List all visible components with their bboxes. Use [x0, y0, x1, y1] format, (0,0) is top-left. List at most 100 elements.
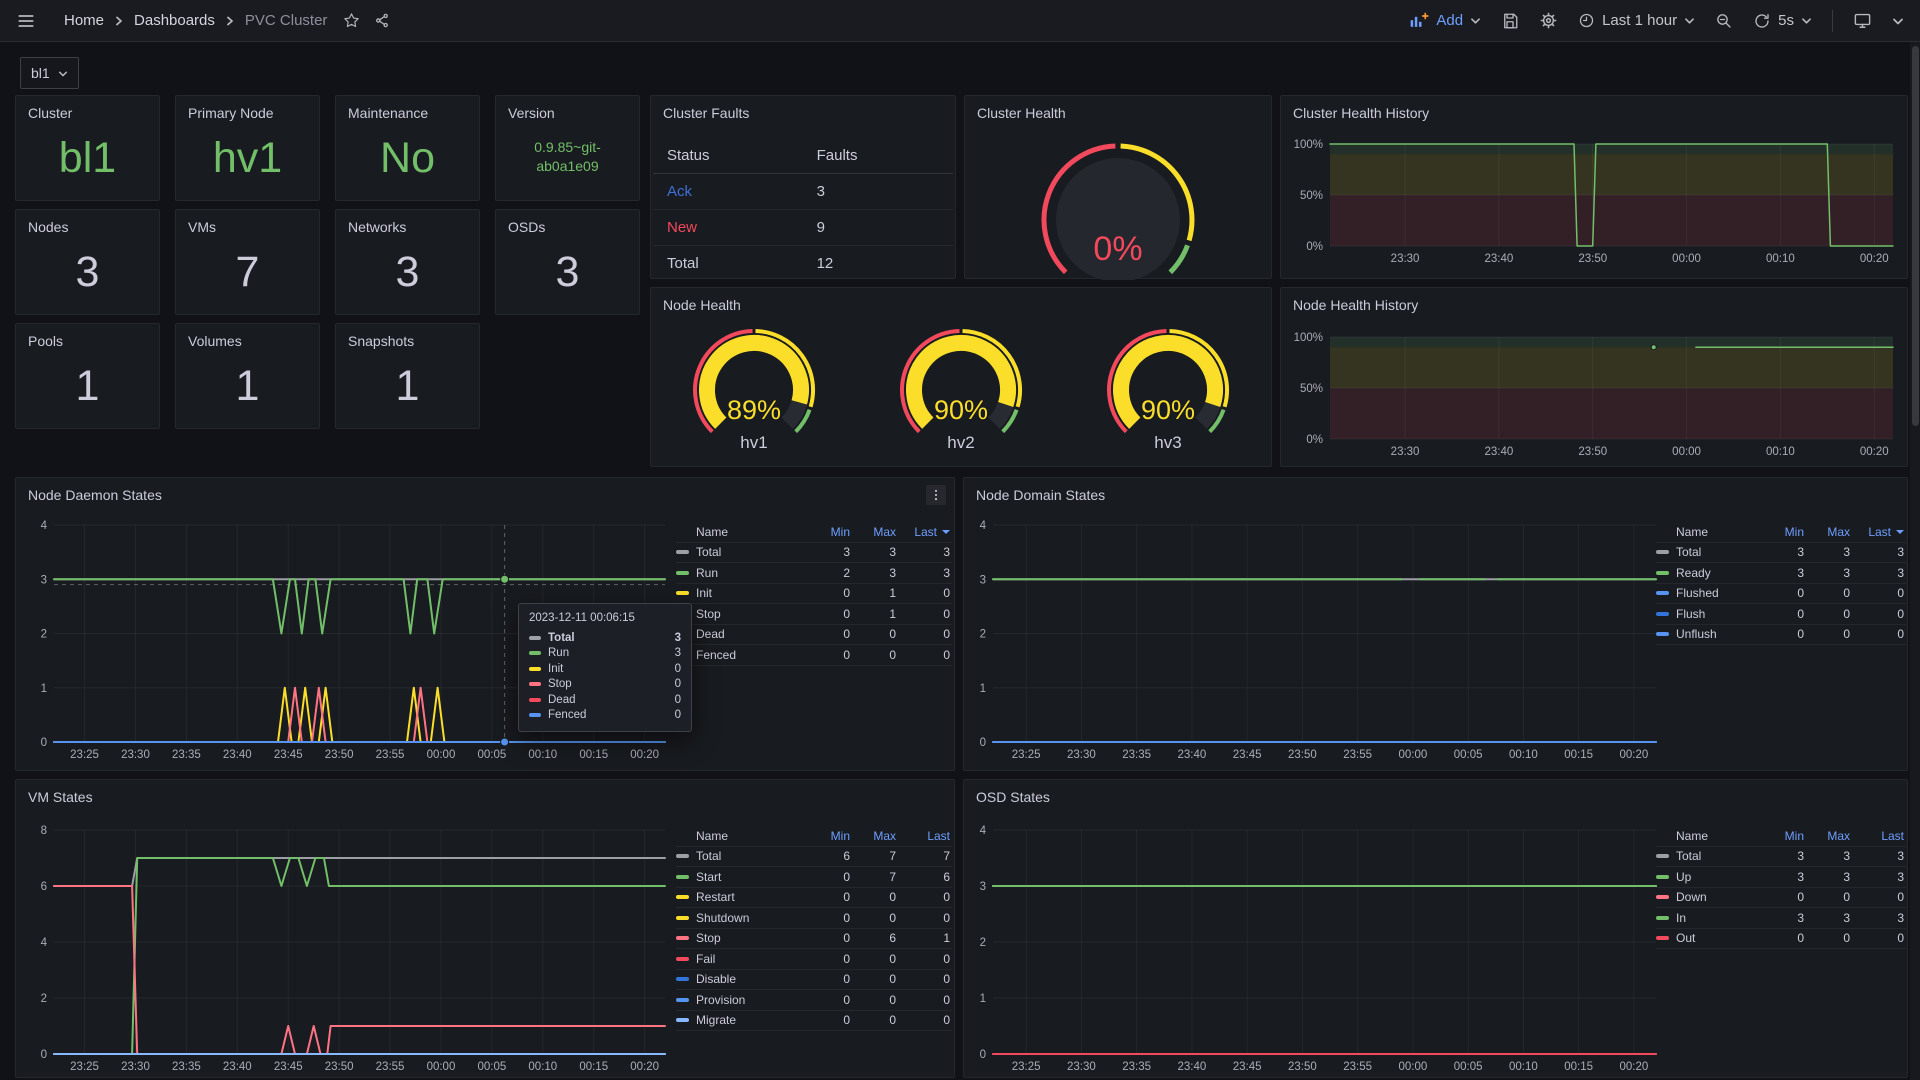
legend-row[interactable]: Restart000	[676, 888, 952, 909]
stat-title[interactable]: Maintenance	[336, 96, 479, 123]
legend-series-name[interactable]: Shutdown	[676, 911, 806, 925]
stat-title[interactable]: Networks	[336, 210, 479, 237]
legend-row[interactable]: Up333	[1656, 867, 1906, 888]
legend-series-name[interactable]: Total	[1656, 545, 1760, 559]
legend-row[interactable]: Migrate000	[676, 1011, 952, 1032]
legend-series-name[interactable]: Down	[1656, 890, 1760, 904]
legend-row[interactable]: Fail000	[676, 949, 952, 970]
node-daemon-states-legend[interactable]: NameMinMaxLast Total333Run233Init010Stop0…	[676, 522, 952, 666]
legend-col-min[interactable]: Min	[1760, 829, 1806, 843]
legend-col-name[interactable]: Name	[676, 829, 806, 843]
legend-row[interactable]: Total333	[1656, 543, 1906, 564]
monitor-icon[interactable]	[1853, 11, 1872, 30]
legend-row[interactable]: Out000	[1656, 929, 1906, 950]
stat-title[interactable]: Volumes	[176, 324, 319, 351]
panel-title[interactable]: OSD States	[964, 780, 1907, 807]
legend-series-name[interactable]: Provision	[676, 993, 806, 1007]
legend-series-name[interactable]: Fenced	[676, 648, 806, 662]
panel-menu-icon[interactable]	[926, 485, 946, 505]
legend-row[interactable]: Stop010	[676, 604, 952, 625]
legend-series-name[interactable]: Stop	[676, 607, 806, 621]
legend-series-name[interactable]: Up	[1656, 870, 1760, 884]
legend-series-name[interactable]: Dead	[676, 627, 806, 641]
stat-title[interactable]: VMs	[176, 210, 319, 237]
panel-title[interactable]: Cluster Health History	[1281, 96, 1907, 123]
legend-series-name[interactable]: Run	[676, 566, 806, 580]
breadcrumb-dashboards[interactable]: Dashboards	[134, 12, 215, 29]
settings-icon[interactable]	[1539, 11, 1558, 30]
node-domain-states-legend[interactable]: NameMinMaxLastTotal333Ready333Flushed000…	[1656, 522, 1906, 645]
save-icon[interactable]	[1501, 12, 1519, 30]
legend-row[interactable]: Disable000	[676, 970, 952, 991]
legend-col-max[interactable]: Max	[1806, 829, 1852, 843]
legend-col-last[interactable]: Last	[1852, 829, 1906, 843]
legend-row[interactable]: Provision000	[676, 990, 952, 1011]
legend-series-name[interactable]: Unflush	[1656, 627, 1760, 641]
menu-icon[interactable]	[16, 11, 36, 31]
refresh-icon[interactable]	[1753, 12, 1771, 30]
osd-states-legend[interactable]: NameMinMaxLastTotal333Up333Down000In333O…	[1656, 826, 1906, 949]
legend-col-name[interactable]: Name	[1656, 525, 1760, 539]
panel-title[interactable]: VM States	[16, 780, 954, 807]
legend-row[interactable]: Ready333	[1656, 563, 1906, 584]
stat-title[interactable]: Cluster	[16, 96, 159, 123]
star-icon[interactable]	[343, 12, 360, 29]
legend-series-name[interactable]: Flush	[1656, 607, 1760, 621]
panel-title[interactable]: Node Health History	[1281, 288, 1907, 315]
legend-row[interactable]: Flush000	[1656, 604, 1906, 625]
legend-series-name[interactable]: Stop	[676, 931, 806, 945]
legend-series-name[interactable]: Flushed	[1656, 586, 1760, 600]
panel-title[interactable]: Node Daemon States	[16, 478, 954, 505]
legend-series-name[interactable]: Total	[676, 849, 806, 863]
stat-title[interactable]: OSDs	[496, 210, 639, 237]
legend-series-name[interactable]: Total	[676, 545, 806, 559]
legend-series-name[interactable]: Ready	[1656, 566, 1760, 580]
breadcrumb-home[interactable]: Home	[64, 12, 104, 29]
legend-col-max[interactable]: Max	[1806, 525, 1852, 539]
legend-row[interactable]: Start076	[676, 867, 952, 888]
legend-row[interactable]: Dead000	[676, 625, 952, 646]
legend-col-name[interactable]: Name	[676, 525, 806, 539]
node-health-history-chart[interactable]: 0%50%100%23:3023:4023:5000:0000:1000:20	[1289, 322, 1901, 464]
panel-title[interactable]: Cluster Faults	[651, 96, 955, 123]
legend-row[interactable]: In333	[1656, 908, 1906, 929]
stat-title[interactable]: Version	[496, 96, 639, 123]
vm-states-legend[interactable]: NameMinMaxLast Total677Start076Restart000…	[676, 826, 952, 1031]
legend-col-last[interactable]: Last	[1852, 525, 1906, 539]
chevron-down-icon[interactable]	[1892, 16, 1904, 26]
legend-col-last[interactable]: Last	[898, 525, 952, 539]
legend-row[interactable]: Shutdown000	[676, 908, 952, 929]
legend-row[interactable]: Fenced000	[676, 645, 952, 666]
cluster-health-history-chart[interactable]: 0%50%100%23:3023:4023:5000:0000:1000:20	[1289, 130, 1901, 276]
legend-series-name[interactable]: Start	[676, 870, 806, 884]
panel-title[interactable]: Node Health	[651, 288, 1271, 315]
legend-col-min[interactable]: Min	[806, 525, 852, 539]
time-range-picker[interactable]: Last 1 hour	[1578, 12, 1695, 29]
legend-row[interactable]: Total333	[1656, 847, 1906, 868]
stat-title[interactable]: Primary Node	[176, 96, 319, 123]
legend-row[interactable]: Unflush000	[1656, 625, 1906, 646]
legend-col-max[interactable]: Max	[852, 829, 898, 843]
panel-title[interactable]: Node Domain States	[964, 478, 1907, 505]
legend-col-name[interactable]: Name	[1656, 829, 1760, 843]
legend-row[interactable]: Total333	[676, 543, 952, 564]
legend-row[interactable]: Run233	[676, 563, 952, 584]
legend-series-name[interactable]: Init	[676, 586, 806, 600]
legend-row[interactable]: Total677	[676, 847, 952, 868]
legend-row[interactable]: Init010	[676, 584, 952, 605]
stat-title[interactable]: Snapshots	[336, 324, 479, 351]
legend-row[interactable]: Stop061	[676, 929, 952, 950]
legend-col-last[interactable]: Last	[898, 829, 952, 843]
legend-series-name[interactable]: Out	[1656, 931, 1760, 945]
legend-col-max[interactable]: Max	[852, 525, 898, 539]
legend-series-name[interactable]: Total	[1656, 849, 1760, 863]
legend-col-min[interactable]: Min	[806, 829, 852, 843]
legend-series-name[interactable]: Fail	[676, 952, 806, 966]
osd-states-chart[interactable]: 0123423:2523:3023:3523:4023:4523:5023:55…	[972, 824, 1662, 1076]
legend-series-name[interactable]: In	[1656, 911, 1760, 925]
add-button[interactable]: Add	[1409, 12, 1481, 30]
legend-series-name[interactable]: Migrate	[676, 1013, 806, 1027]
scrollbar-thumb[interactable]	[1912, 46, 1919, 426]
template-variable-dropdown[interactable]: bl1	[20, 57, 79, 89]
faults-col-faults[interactable]: Faults	[817, 147, 939, 164]
